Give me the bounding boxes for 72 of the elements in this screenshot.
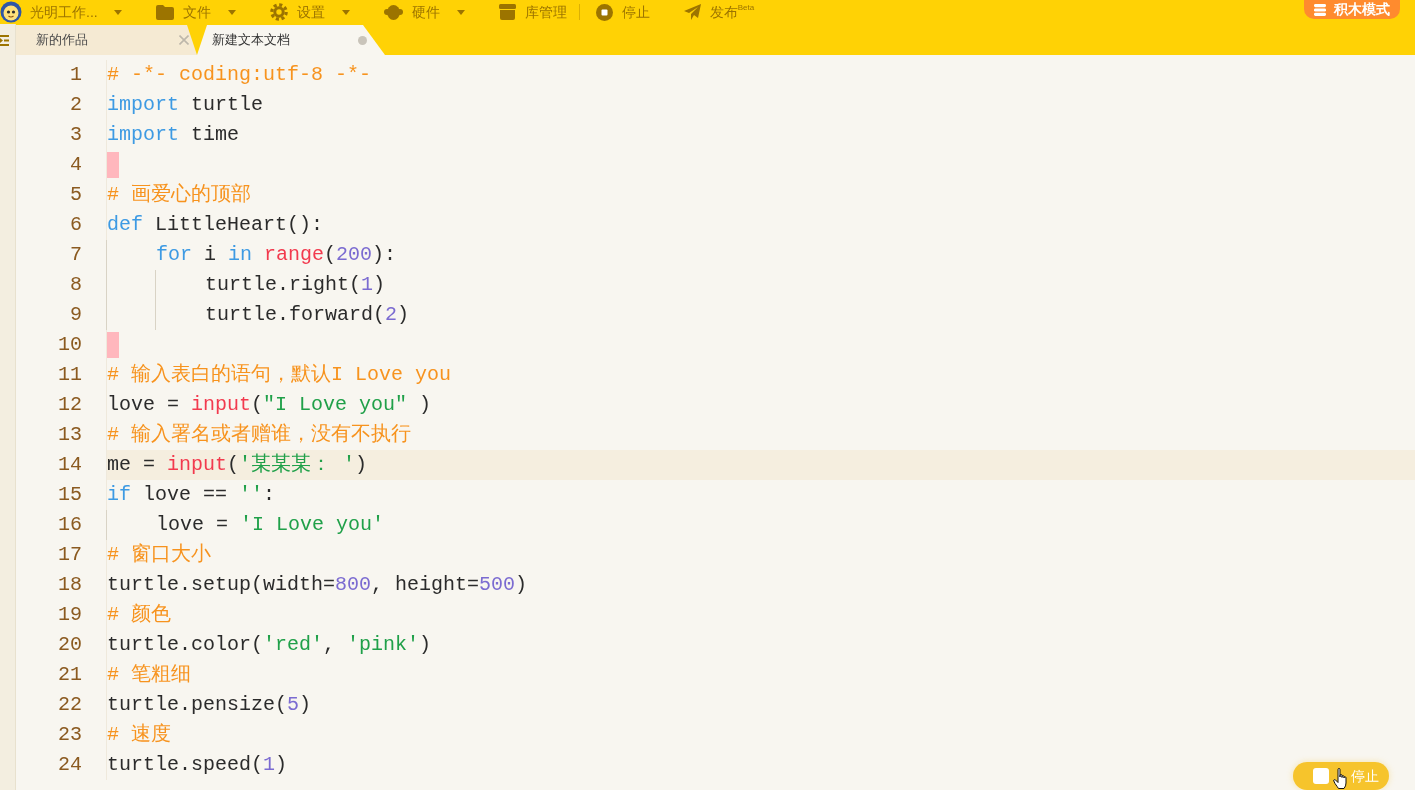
line-number: 7 bbox=[70, 242, 82, 268]
caret-icon bbox=[341, 9, 350, 15]
stop-icon bbox=[595, 3, 613, 21]
code-line: # 画爱心的顶部 bbox=[107, 182, 251, 208]
line-number: 5 bbox=[70, 182, 82, 208]
line-number: 19 bbox=[58, 602, 82, 628]
line-number: 14 bbox=[58, 452, 82, 478]
code-line: # 窗口大小 bbox=[107, 542, 211, 568]
line-number: 6 bbox=[70, 212, 82, 238]
line-number: 8 bbox=[70, 272, 82, 298]
code-line: import turtle bbox=[107, 92, 264, 118]
code-line: love = 'I Love you' bbox=[156, 512, 385, 538]
code-line: love = input("I Love you" ) bbox=[107, 392, 432, 418]
line-number: 9 bbox=[70, 302, 82, 328]
code-line: turtle.right(1) bbox=[205, 272, 386, 298]
toolbar-button[interactable]: 发布$^{Beta}$ bbox=[683, 3, 755, 21]
line-number: 22 bbox=[58, 692, 82, 718]
caret-icon bbox=[456, 9, 465, 15]
code-line: # 颜色 bbox=[107, 602, 171, 628]
toolbar-button[interactable]: 库管理 bbox=[498, 3, 567, 21]
code-line: turtle.pensize(5) bbox=[107, 692, 312, 718]
line-number: 10 bbox=[58, 332, 82, 358]
line-number: 17 bbox=[58, 542, 82, 568]
line-number: 18 bbox=[58, 572, 82, 598]
tab[interactable]: 新的作品 bbox=[16, 25, 197, 55]
caret-icon bbox=[227, 9, 236, 15]
menu-button[interactable]: 文件 bbox=[155, 3, 236, 21]
menu-button[interactable]: 设置 bbox=[269, 3, 350, 21]
line-number: 12 bbox=[58, 392, 82, 418]
code-line: if love == '': bbox=[107, 482, 276, 508]
line-number: 11 bbox=[58, 362, 82, 388]
hand-cursor-icon bbox=[1333, 768, 1349, 789]
line-number: 16 bbox=[58, 512, 82, 538]
line-number: 24 bbox=[58, 752, 82, 778]
mode-switch-button[interactable]: 积木模式 bbox=[1304, 0, 1400, 19]
code-line: turtle.forward(2) bbox=[205, 302, 410, 328]
line-number: 13 bbox=[58, 422, 82, 448]
line-number: 2 bbox=[70, 92, 82, 118]
line-number: 15 bbox=[58, 482, 82, 508]
code-line: import time bbox=[107, 122, 240, 148]
line-number: 4 bbox=[70, 152, 82, 178]
toolbar-button[interactable]: 停止 bbox=[595, 3, 650, 21]
code-line: for i in range(200): bbox=[156, 242, 397, 268]
line-number: 1 bbox=[70, 62, 82, 88]
code-line: # 输入表白的语句，默认I Love you bbox=[107, 362, 452, 388]
code-line: turtle.speed(1) bbox=[107, 752, 288, 778]
menu-button[interactable]: 光明工作... bbox=[0, 1, 122, 23]
code-line: turtle.color('red', 'pink') bbox=[107, 632, 432, 658]
archive-box-icon bbox=[498, 4, 516, 20]
folder-icon bbox=[155, 4, 174, 20]
caret-icon bbox=[113, 9, 122, 15]
code-line: # -*- coding:utf-8 -*- bbox=[107, 62, 372, 88]
menu-button[interactable]: 硬件 bbox=[383, 3, 465, 21]
code-line: me = input('某某某： ') bbox=[107, 452, 368, 478]
code-line: def LittleHeart(): bbox=[107, 212, 324, 238]
code-line: turtle.setup(width=800, height=500) bbox=[107, 572, 528, 598]
stop-icon bbox=[1313, 768, 1329, 784]
tab[interactable]: 新建文本文档 bbox=[197, 25, 385, 55]
line-number: 21 bbox=[58, 662, 82, 688]
blocks-icon bbox=[1314, 3, 1326, 16]
avatar-icon bbox=[0, 1, 22, 23]
code-line: # 笔粗细 bbox=[107, 662, 191, 688]
stop-button[interactable]: 停止 bbox=[1293, 762, 1389, 790]
code-line: # 速度 bbox=[107, 722, 171, 748]
paper-plane-icon bbox=[683, 4, 701, 20]
line-number: 23 bbox=[58, 722, 82, 748]
line-number: 3 bbox=[70, 122, 82, 148]
line-number: 20 bbox=[58, 632, 82, 658]
round-head-icon bbox=[383, 4, 403, 20]
sidebar-toggle-icon[interactable] bbox=[0, 35, 9, 46]
code-line: # 输入署名或者赠谁，没有不执行 bbox=[107, 422, 411, 448]
settings-icon bbox=[269, 3, 288, 21]
